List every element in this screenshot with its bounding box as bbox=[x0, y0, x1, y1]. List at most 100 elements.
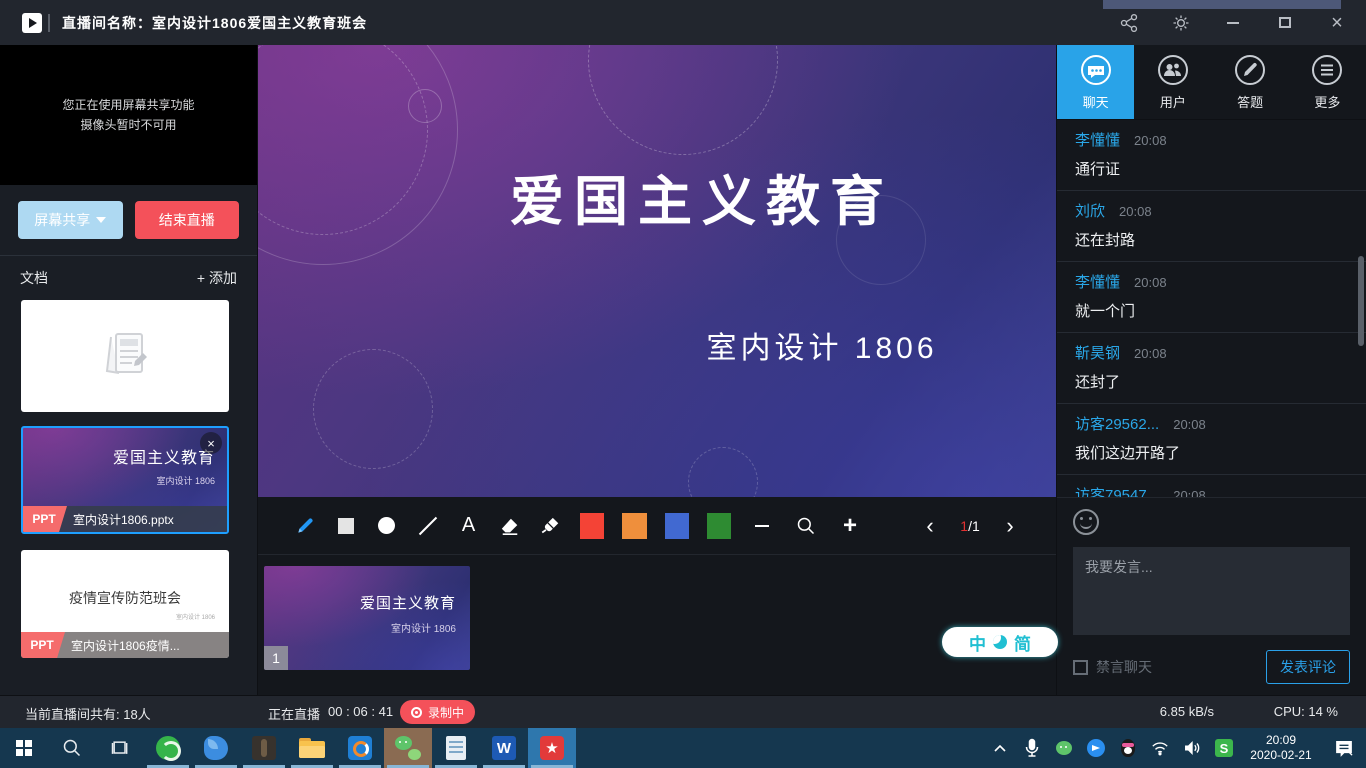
color-swatch-orange[interactable] bbox=[622, 513, 646, 539]
chat-user-name[interactable]: 访客29562... bbox=[1075, 413, 1159, 434]
rectangle-tool-icon[interactable] bbox=[325, 506, 366, 546]
zoom-out-icon[interactable] bbox=[740, 506, 784, 546]
chat-message: 访客79547... 20:08 没有，还是小车巡查 bbox=[1057, 475, 1366, 497]
slide-thumbnail-1[interactable]: 爱国主义教育 室内设计 1806 1 bbox=[264, 566, 470, 670]
close-button[interactable]: × bbox=[1326, 12, 1348, 34]
microphone-icon[interactable] bbox=[1016, 728, 1048, 768]
chat-message: 访客29562... 20:08 我们这边开路了 bbox=[1057, 404, 1366, 475]
settings-gear-icon[interactable] bbox=[1170, 12, 1192, 34]
chat-timestamp: 20:08 bbox=[1119, 204, 1152, 219]
background-window-edge bbox=[1103, 0, 1341, 9]
chat-user-name[interactable]: 靳昊钢 bbox=[1075, 342, 1120, 363]
camera-notice-line2: 摄像头暂时不可用 bbox=[80, 115, 176, 135]
taskbar-search-icon[interactable] bbox=[48, 728, 96, 768]
mute-chat-checkbox[interactable]: 禁言聊天 bbox=[1073, 657, 1152, 677]
document-thumbnail-blank[interactable] bbox=[21, 300, 229, 412]
emoji-icon[interactable] bbox=[1073, 509, 1101, 537]
add-document-button[interactable]: + 添加 bbox=[197, 268, 237, 288]
taskbar-app-wechat[interactable] bbox=[384, 728, 432, 768]
zoom-in-icon[interactable]: + bbox=[828, 506, 872, 546]
text-tool-icon[interactable]: A bbox=[448, 506, 489, 546]
windows-taskbar: W ★ bbox=[0, 728, 1366, 768]
slide-title: 爱国主义教育 bbox=[258, 157, 1056, 236]
document-thumbnail-selected[interactable]: 爱国主义教育 室内设计 1806 × PPT 室内设计1806.pptx bbox=[21, 426, 229, 534]
taskbar-app-sogou-browser[interactable] bbox=[192, 728, 240, 768]
document-placeholder-icon bbox=[99, 331, 151, 382]
next-page-icon[interactable]: › bbox=[990, 513, 1030, 539]
slide-thumbnail-strip: 爱国主义教育 室内设计 1806 1 中 简 bbox=[258, 556, 1056, 695]
chat-text: 还封了 bbox=[1075, 371, 1348, 392]
document-slide-subtitle: 室内设计 1806 bbox=[156, 474, 215, 487]
chat-input[interactable] bbox=[1073, 547, 1350, 635]
chat-timestamp: 20:08 bbox=[1173, 417, 1206, 432]
action-center-icon[interactable] bbox=[1322, 728, 1366, 768]
windows-logo-icon bbox=[16, 740, 32, 756]
speaker-icon[interactable] bbox=[1176, 728, 1208, 768]
tab-quiz[interactable]: 答题 bbox=[1212, 45, 1289, 119]
tray-messenger-icon[interactable] bbox=[1080, 728, 1112, 768]
start-button[interactable] bbox=[0, 728, 48, 768]
tray-wechat-icon[interactable] bbox=[1048, 728, 1080, 768]
color-swatch-red[interactable] bbox=[580, 513, 604, 539]
chat-user-name[interactable]: 李懂懂 bbox=[1075, 271, 1120, 292]
chat-user-name[interactable]: 访客79547... bbox=[1075, 484, 1159, 497]
clear-brush-tool-icon[interactable] bbox=[530, 506, 571, 546]
chat-message: 李懂懂 20:08 通行证 bbox=[1057, 120, 1366, 191]
taskbar-app-photos[interactable] bbox=[240, 728, 288, 768]
chat-message: 靳昊钢 20:08 还封了 bbox=[1057, 333, 1366, 404]
magnifier-icon[interactable] bbox=[784, 506, 828, 546]
tab-chat[interactable]: 聊天 bbox=[1057, 45, 1134, 119]
document-thumbnail[interactable]: 疫情宣传防范班会 室内设计 1806 PPT 室内设计1806疫情... bbox=[21, 550, 229, 658]
sidebar-tabs: 聊天 用户 答题 bbox=[1057, 45, 1366, 120]
chat-timestamp: 20:08 bbox=[1173, 488, 1206, 497]
prev-page-icon[interactable]: ‹ bbox=[910, 513, 950, 539]
taskbar-app-word[interactable]: W bbox=[480, 728, 528, 768]
tab-users[interactable]: 用户 bbox=[1134, 45, 1211, 119]
chat-scrollbar[interactable] bbox=[1358, 256, 1364, 346]
chevron-down-icon bbox=[96, 217, 106, 223]
documents-header: 文档 bbox=[20, 268, 48, 288]
moon-icon bbox=[993, 635, 1007, 649]
chat-timestamp: 20:08 bbox=[1134, 133, 1167, 148]
taskbar-app-vmware[interactable] bbox=[336, 728, 384, 768]
share-icon[interactable] bbox=[1118, 12, 1140, 34]
tray-expand-chevron-icon[interactable] bbox=[984, 728, 1016, 768]
screen-share-button[interactable]: 屏幕共享 bbox=[18, 201, 123, 239]
task-view-icon[interactable] bbox=[96, 728, 144, 768]
close-icon[interactable]: × bbox=[200, 432, 222, 454]
slide-subtitle: 室内设计 1806 bbox=[258, 323, 1056, 367]
chat-text: 我们这边开路了 bbox=[1075, 442, 1348, 463]
circle-tool-icon[interactable] bbox=[366, 506, 407, 546]
annotation-toolbar: A bbox=[258, 497, 1056, 555]
color-swatch-blue[interactable] bbox=[665, 513, 689, 539]
ime-indicator[interactable]: 中 简 bbox=[942, 627, 1058, 657]
document-filename: 室内设计1806.pptx bbox=[73, 511, 174, 528]
taskbar-app-360-browser[interactable] bbox=[144, 728, 192, 768]
tab-more[interactable]: 更多 bbox=[1289, 45, 1366, 119]
line-tool-icon[interactable] bbox=[407, 506, 448, 546]
presentation-stage: 爱国主义教育 室内设计 1806 A bbox=[258, 45, 1056, 695]
chat-user-name[interactable]: 刘欣 bbox=[1075, 200, 1105, 221]
taskbar-app-chaoxing[interactable]: ★ bbox=[528, 728, 576, 768]
eraser-tool-icon[interactable] bbox=[489, 506, 530, 546]
checkbox-icon[interactable] bbox=[1073, 660, 1088, 675]
end-live-button[interactable]: 结束直播 bbox=[135, 201, 240, 239]
chat-text: 通行证 bbox=[1075, 158, 1348, 179]
tray-qq-icon[interactable] bbox=[1112, 728, 1144, 768]
taskbar-app-file-explorer[interactable] bbox=[288, 728, 336, 768]
wifi-icon[interactable] bbox=[1144, 728, 1176, 768]
minimize-button[interactable] bbox=[1222, 12, 1244, 34]
color-swatch-green[interactable] bbox=[707, 513, 731, 539]
sogou-input-icon[interactable]: S bbox=[1208, 728, 1240, 768]
status-bar: 当前直播间共有: 18人 正在直播00 : 06 : 41 录制中 6.85 k… bbox=[0, 695, 1366, 728]
maximize-button[interactable] bbox=[1274, 12, 1296, 34]
chat-message: 李懂懂 20:08 就一个门 bbox=[1057, 262, 1366, 333]
pen-tool-icon[interactable] bbox=[284, 506, 325, 546]
camera-notice-line1: 您正在使用屏幕共享功能 bbox=[62, 95, 194, 115]
chat-user-name[interactable]: 李懂懂 bbox=[1075, 129, 1120, 150]
window-title: 直播间名称：室内设计1806爱国主义教育班会 bbox=[62, 13, 367, 33]
taskbar-clock[interactable]: 20:09 2020-02-21 bbox=[1240, 728, 1322, 768]
chat-message-list[interactable]: 李懂懂 20:08 通行证 刘欣 20:08 还在封路 李懂懂 20:08 bbox=[1057, 120, 1366, 497]
taskbar-app-notepad[interactable] bbox=[432, 728, 480, 768]
send-comment-button[interactable]: 发表评论 bbox=[1266, 650, 1350, 684]
